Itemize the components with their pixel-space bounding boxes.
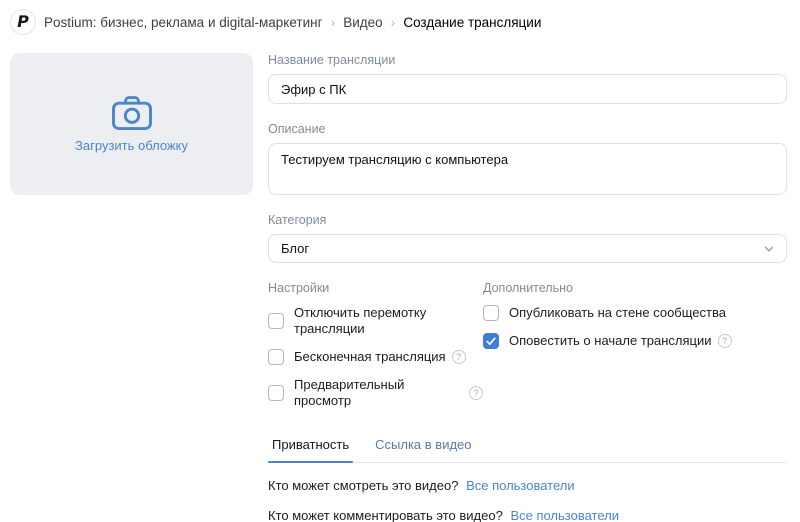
privacy-row-comment: Кто может комментировать это видео? Все …	[268, 508, 787, 522]
privacy-question: Кто может комментировать это видео?	[268, 508, 503, 522]
main-content: Загрузить обложку Название трансляции Оп…	[0, 44, 800, 522]
title-label: Название трансляции	[268, 53, 787, 68]
category-label: Категория	[268, 213, 787, 228]
checkbox[interactable]	[483, 305, 499, 321]
checkbox-label: Бесконечная трансляция	[294, 349, 446, 365]
privacy-value-link[interactable]: Все пользователи	[510, 508, 619, 522]
help-icon[interactable]	[718, 334, 732, 348]
title-field-group: Название трансляции	[268, 53, 787, 104]
community-logo-letter: P	[16, 14, 31, 30]
chevron-right-icon: ›	[391, 14, 396, 30]
checkbox-row-endless-stream[interactable]: Бесконечная трансляция	[268, 349, 483, 365]
checkbox[interactable]	[483, 333, 499, 349]
description-field-group: Описание Тестируем трансляцию с компьюте…	[268, 122, 787, 195]
tab-privacy[interactable]: Приватность	[268, 427, 353, 462]
category-selected-value: Блог	[281, 241, 309, 256]
help-icon[interactable]	[452, 350, 466, 364]
community-avatar[interactable]: P	[10, 9, 36, 35]
checkbox-label: Оповестить о начале трансляции	[509, 333, 712, 349]
breadcrumb-current-page: Создание трансляции	[403, 15, 541, 30]
description-textarea[interactable]: Тестируем трансляцию с компьютера	[268, 143, 787, 195]
checkbox-row-disable-rewind[interactable]: Отключить перемотку трансляции	[268, 305, 483, 337]
breadcrumb-video-link[interactable]: Видео	[343, 15, 382, 30]
checkbox[interactable]	[268, 385, 284, 401]
broadcast-form: Название трансляции Описание Тестируем т…	[268, 53, 787, 522]
upload-cover-button[interactable]: Загрузить обложку	[10, 53, 253, 195]
chevron-down-icon	[762, 242, 776, 256]
settings-section-label: Настройки	[268, 281, 483, 296]
tab-video-link[interactable]: Ссылка в видео	[371, 427, 475, 462]
checkbox-row-notify-start[interactable]: Оповестить о начале трансляции	[483, 333, 787, 349]
help-icon[interactable]	[469, 386, 483, 400]
breadcrumb: P Postium: бизнес, реклама и digital-мар…	[0, 0, 800, 44]
checkbox-row-publish-on-wall[interactable]: Опубликовать на стене сообщества	[483, 305, 787, 321]
checkmark-icon	[486, 337, 496, 346]
chevron-right-icon: ›	[331, 14, 336, 30]
checkbox-label: Предварительный просмотр	[294, 377, 463, 409]
category-field-group: Категория Блог	[268, 213, 787, 263]
privacy-value-link[interactable]: Все пользователи	[466, 478, 575, 493]
category-select[interactable]: Блог	[268, 234, 787, 263]
checkbox[interactable]	[268, 349, 284, 365]
checkbox[interactable]	[268, 313, 284, 329]
checkbox-label: Опубликовать на стене сообщества	[509, 305, 726, 321]
title-input[interactable]	[268, 74, 787, 104]
privacy-row-watch: Кто может смотреть это видео? Все пользо…	[268, 478, 787, 494]
checkbox-label: Отключить перемотку трансляции	[294, 305, 483, 337]
additional-column: Дополнительно Опубликовать на стене сооб…	[483, 281, 787, 421]
tab-bar: Приватность Ссылка в видео	[268, 427, 787, 463]
description-label: Описание	[268, 122, 787, 137]
privacy-question: Кто может смотреть это видео?	[268, 478, 458, 493]
checkbox-row-preview[interactable]: Предварительный просмотр	[268, 377, 483, 409]
options-section: Настройки Отключить перемотку трансляции…	[268, 281, 787, 421]
camera-icon	[111, 95, 153, 131]
settings-column: Настройки Отключить перемотку трансляции…	[268, 281, 483, 421]
broadcast-create-page: P Postium: бизнес, реклама и digital-мар…	[0, 0, 800, 522]
upload-cover-label: Загрузить обложку	[75, 138, 188, 153]
privacy-panel: Кто может смотреть это видео? Все пользо…	[268, 478, 787, 522]
cover-column: Загрузить обложку	[10, 53, 253, 195]
breadcrumb-nav: Postium: бизнес, реклама и digital-марке…	[44, 14, 541, 30]
breadcrumb-community-link[interactable]: Postium: бизнес, реклама и digital-марке…	[44, 15, 323, 30]
additional-section-label: Дополнительно	[483, 281, 787, 296]
